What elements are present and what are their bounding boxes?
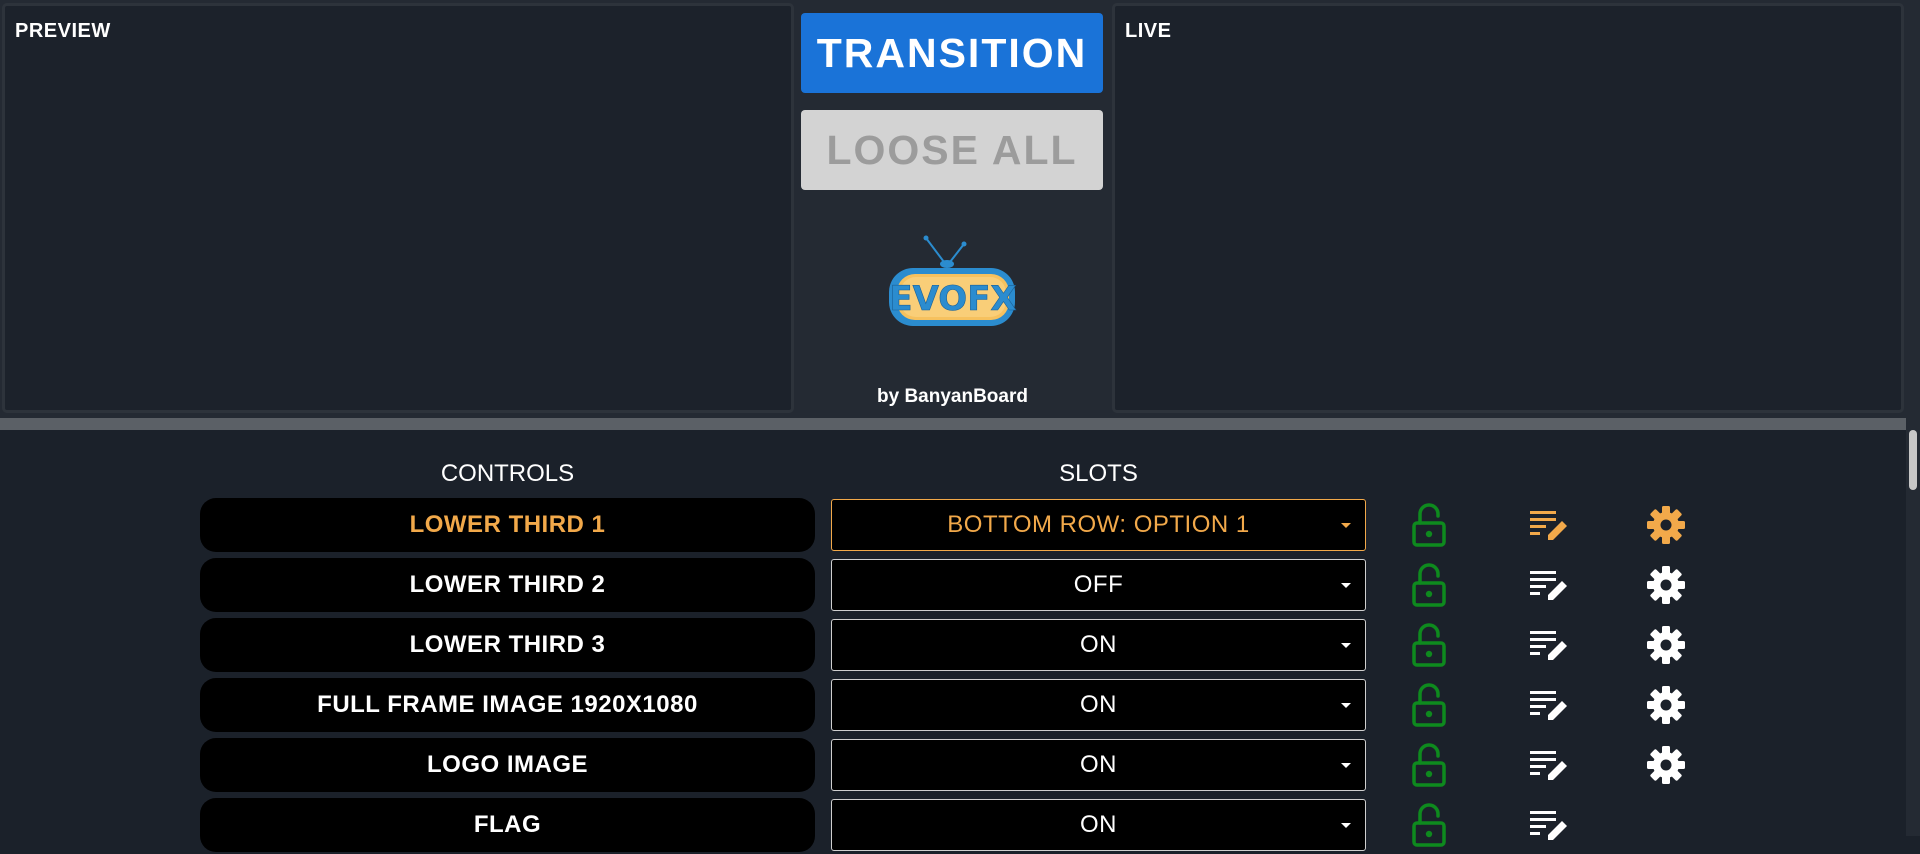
control-button[interactable]: LOGO IMAGE — [200, 738, 815, 792]
lock-open-icon[interactable] — [1406, 618, 1452, 672]
slot-select[interactable]: ON — [831, 619, 1366, 671]
control-button[interactable]: LOWER THIRD 3 — [200, 618, 815, 672]
slot-select[interactable]: ON — [831, 679, 1366, 731]
slot-value: ON — [1080, 811, 1117, 838]
chevron-down-icon — [1341, 823, 1351, 828]
chevron-down-icon — [1341, 523, 1351, 528]
chevron-down-icon — [1341, 643, 1351, 648]
slot-value: ON — [1080, 691, 1117, 718]
table-row: LOWER THIRD 1 BOTTOM ROW: OPTION 1 — [0, 498, 1900, 554]
lock-open-icon[interactable] — [1406, 558, 1452, 612]
edit-list-icon[interactable] — [1525, 738, 1571, 792]
gear-icon[interactable] — [1643, 678, 1689, 732]
edit-list-icon[interactable] — [1525, 798, 1571, 852]
lock-open-icon[interactable] — [1406, 498, 1452, 552]
edit-list-icon[interactable] — [1525, 618, 1571, 672]
loose-all-button[interactable]: LOOSE ALL — [801, 110, 1103, 190]
control-button[interactable]: FLAG — [200, 798, 815, 852]
control-button[interactable]: LOWER THIRD 2 — [200, 558, 815, 612]
logo-text: EVOFX — [889, 279, 1016, 319]
table-row: LOWER THIRD 3 ON — [0, 618, 1900, 674]
slots-header: SLOTS — [1059, 460, 1138, 487]
live-monitor: LIVE — [1112, 3, 1904, 413]
lock-open-icon[interactable] — [1406, 678, 1452, 732]
scrollbar[interactable] — [1906, 418, 1920, 836]
panel-divider[interactable] — [0, 418, 1906, 430]
lock-open-icon[interactable] — [1406, 798, 1452, 852]
slot-select[interactable]: ON — [831, 739, 1366, 791]
scrollbar-thumb[interactable] — [1909, 430, 1917, 490]
control-button[interactable]: FULL FRAME IMAGE 1920X1080 — [200, 678, 815, 732]
control-button[interactable]: LOWER THIRD 1 — [200, 498, 815, 552]
controls-header: CONTROLS — [440, 460, 575, 487]
edit-list-icon[interactable] — [1525, 498, 1571, 552]
center-controls: TRANSITION LOOSE ALL EVOFX by BanyanBoar… — [800, 0, 1105, 420]
byline: by BanyanBoard — [877, 386, 1028, 407]
preview-monitor: PREVIEW — [2, 3, 794, 413]
chevron-down-icon — [1341, 583, 1351, 588]
gear-icon[interactable] — [1643, 618, 1689, 672]
table-row: FLAG ON — [0, 798, 1900, 854]
evofx-logo: EVOFX — [889, 235, 1017, 326]
table-row: LOWER THIRD 2 OFF — [0, 558, 1900, 614]
slot-value: OFF — [1073, 571, 1124, 598]
top-panel: PREVIEW TRANSITION LOOSE ALL EVOFX by Ba… — [0, 0, 1920, 420]
slot-select[interactable]: ON — [831, 799, 1366, 851]
gear-icon[interactable] — [1643, 558, 1689, 612]
table-row: LOGO IMAGE ON — [0, 738, 1900, 794]
table-row: FULL FRAME IMAGE 1920X1080 ON — [0, 678, 1900, 734]
slot-select[interactable]: BOTTOM ROW: OPTION 1 — [831, 499, 1366, 551]
slot-value: ON — [1080, 751, 1117, 778]
chevron-down-icon — [1341, 703, 1351, 708]
gear-icon[interactable] — [1643, 498, 1689, 552]
slot-select[interactable]: OFF — [831, 559, 1366, 611]
transition-button[interactable]: TRANSITION — [801, 13, 1103, 93]
chevron-down-icon — [1341, 763, 1351, 768]
live-label: LIVE — [1125, 20, 1172, 42]
gear-icon[interactable] — [1643, 738, 1689, 792]
preview-label: PREVIEW — [15, 20, 111, 42]
edit-list-icon[interactable] — [1525, 558, 1571, 612]
slot-value: ON — [1080, 631, 1117, 658]
lock-open-icon[interactable] — [1406, 738, 1452, 792]
slot-value: BOTTOM ROW: OPTION 1 — [947, 511, 1250, 538]
edit-list-icon[interactable] — [1525, 678, 1571, 732]
